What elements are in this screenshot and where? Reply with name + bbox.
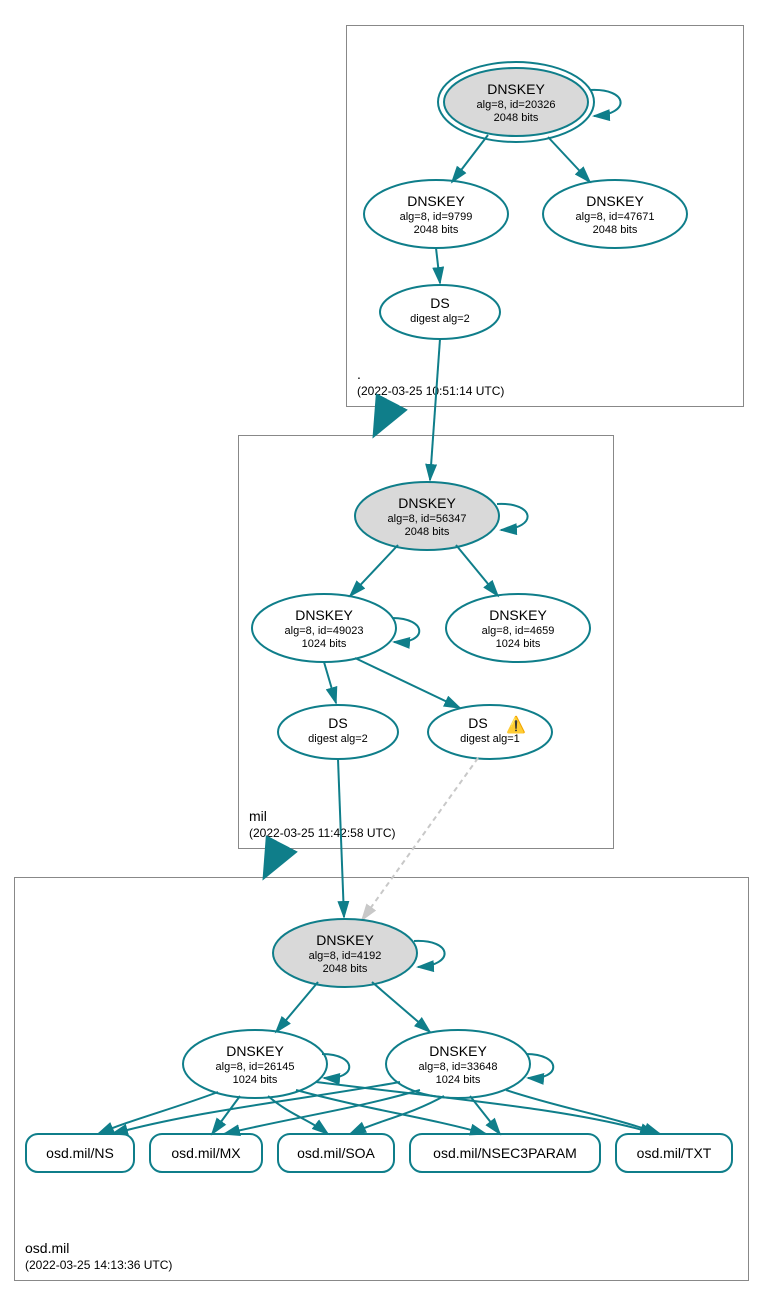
svg-text:osd.mil/NS: osd.mil/NS [46, 1145, 114, 1161]
svg-text:2048 bits: 2048 bits [593, 224, 638, 236]
svg-text:1024 bits: 1024 bits [496, 638, 541, 650]
svg-text:1024 bits: 1024 bits [233, 1074, 278, 1086]
svg-text:DNSKEY: DNSKEY [429, 1043, 487, 1059]
svg-text:alg=8, id=47671: alg=8, id=47671 [576, 211, 655, 223]
svg-text:osd.mil/NSEC3PARAM: osd.mil/NSEC3PARAM [433, 1145, 577, 1161]
svg-text:osd.mil/MX: osd.mil/MX [171, 1145, 241, 1161]
svg-text:alg=8, id=56347: alg=8, id=56347 [388, 513, 467, 525]
svg-text:2048 bits: 2048 bits [494, 112, 539, 124]
svg-text:alg=8, id=9799: alg=8, id=9799 [400, 211, 473, 223]
svg-text:DS: DS [328, 715, 347, 731]
svg-text:DNSKEY: DNSKEY [295, 607, 353, 623]
svg-text:alg=8, id=4659: alg=8, id=4659 [482, 625, 555, 637]
svg-text:digest alg=2: digest alg=2 [410, 313, 470, 325]
svg-text:alg=8, id=49023: alg=8, id=49023 [285, 625, 364, 637]
node-mil-ds1 [428, 705, 552, 759]
node-mil-ds2 [278, 705, 398, 759]
svg-text:digest alg=2: digest alg=2 [308, 733, 368, 745]
svg-text:DNSKEY: DNSKEY [398, 495, 456, 511]
svg-text:DNSKEY: DNSKEY [489, 607, 547, 623]
svg-text:DNSKEY: DNSKEY [586, 193, 644, 209]
svg-text:2048 bits: 2048 bits [323, 963, 368, 975]
svg-text:DNSKEY: DNSKEY [407, 193, 465, 209]
svg-text:1024 bits: 1024 bits [302, 638, 347, 650]
warning-icon: ⚠️ [506, 715, 526, 734]
svg-text:digest alg=1: digest alg=1 [460, 733, 520, 745]
deleg-arrow [378, 405, 390, 428]
svg-text:osd.mil/SOA: osd.mil/SOA [297, 1145, 375, 1161]
node-root-ds [380, 285, 500, 339]
svg-text:2048 bits: 2048 bits [405, 526, 450, 538]
svg-text:osd.mil/TXT: osd.mil/TXT [637, 1145, 712, 1161]
svg-text:DS: DS [468, 715, 487, 731]
svg-text:DNSKEY: DNSKEY [316, 932, 374, 948]
svg-text:2048 bits: 2048 bits [414, 224, 459, 236]
svg-text:alg=8, id=20326: alg=8, id=20326 [477, 99, 556, 111]
svg-text:DNSKEY: DNSKEY [487, 81, 545, 97]
svg-text:DS: DS [430, 295, 449, 311]
svg-text:DNSKEY: DNSKEY [226, 1043, 284, 1059]
svg-text:1024 bits: 1024 bits [436, 1074, 481, 1086]
svg-text:alg=8, id=26145: alg=8, id=26145 [216, 1061, 295, 1073]
svg-text:alg=8, id=4192: alg=8, id=4192 [309, 950, 382, 962]
svg-text:alg=8, id=33648: alg=8, id=33648 [419, 1061, 498, 1073]
